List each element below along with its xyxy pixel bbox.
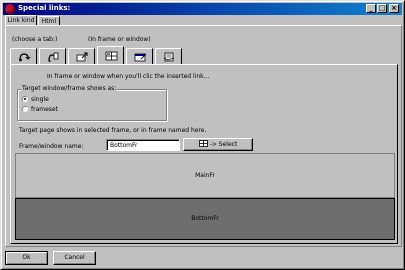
- frame-description: In frame or window when you'll clic the …: [47, 73, 210, 80]
- choose-tab-hint: (choose a tab:): [12, 36, 58, 43]
- window-icon: [134, 53, 147, 62]
- current-kind-label: (In frame or window): [88, 36, 151, 43]
- select-button-label: -> Select: [209, 141, 238, 148]
- target-group-title: Target window/frame shows as:: [21, 85, 118, 92]
- kind-tab-frame[interactable]: [97, 46, 124, 64]
- ok-button[interactable]: Ok: [5, 251, 48, 265]
- minimize-button[interactable]: _: [366, 4, 376, 13]
- external-link-icon: [76, 52, 88, 62]
- select-frame-button[interactable]: -> Select: [183, 138, 253, 151]
- maximize-button[interactable]: □: [377, 4, 387, 13]
- target-info: Target page shows in selected frame, or …: [19, 127, 207, 134]
- close-button[interactable]: ×: [389, 4, 399, 13]
- kind-tab-link[interactable]: [10, 48, 37, 64]
- link-icon: [19, 53, 31, 62]
- mail-icon: [163, 52, 175, 62]
- frames-icon: [198, 140, 208, 147]
- bottom-frame-preview[interactable]: BottomFr: [15, 198, 395, 240]
- radio-frameset[interactable]: [22, 106, 28, 112]
- main-frame-preview[interactable]: MainFr: [15, 153, 395, 198]
- window-title: Special links:: [18, 4, 71, 12]
- target-group: [17, 89, 167, 121]
- kind-tab-bookmark[interactable]: [39, 48, 66, 64]
- radio-dot: [24, 98, 26, 100]
- link-kind-panel: (choose a tab:) (In frame or window) In …: [5, 25, 402, 247]
- kind-tab-window[interactable]: [126, 48, 153, 64]
- option-single-label: single: [31, 96, 49, 103]
- title-bar[interactable]: Special links: _ □ ×: [3, 3, 402, 15]
- frame-name-input[interactable]: BottomFr: [106, 139, 180, 151]
- bookmark-icon: [48, 52, 59, 62]
- frame-name-label: Frame/window name:: [19, 143, 84, 150]
- kind-tab-mail[interactable]: [155, 48, 182, 64]
- app-icon: [5, 4, 15, 14]
- radio-single[interactable]: [22, 96, 28, 102]
- option-frameset-label: frameset: [31, 106, 58, 113]
- frame-options-panel: In frame or window when you'll clic the …: [10, 64, 398, 244]
- tab-link-kind[interactable]: Link kind: [5, 15, 37, 25]
- frame-icon: [105, 51, 118, 61]
- tab-html[interactable]: Html: [38, 16, 60, 25]
- cancel-button[interactable]: Cancel: [53, 251, 96, 265]
- special-links-window: Special links: _ □ × Link kind Html (cho…: [0, 0, 405, 270]
- kind-tab-external[interactable]: [68, 48, 95, 64]
